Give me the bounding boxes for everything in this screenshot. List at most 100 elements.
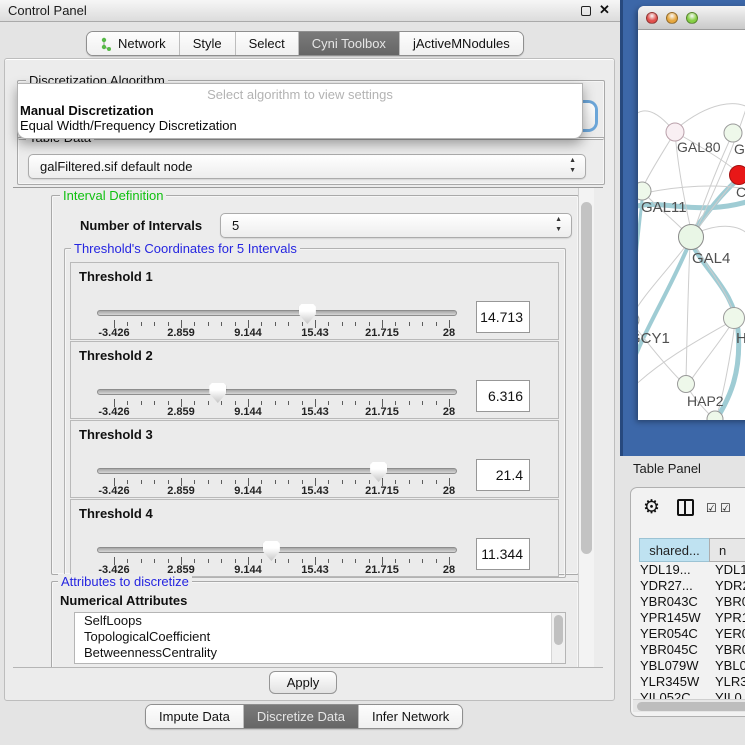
table-cell: YBR043C (640, 594, 698, 610)
table-cell: YDR2 (715, 578, 745, 594)
close-traffic-light[interactable] (646, 12, 658, 24)
network-edge[interactable] (691, 323, 732, 380)
tab-network[interactable]: Network (87, 32, 180, 55)
slider-tick-label: 28 (443, 327, 455, 339)
network-graph[interactable]: GAL80GACGAL11GAL4GCY1HHAP2 (638, 30, 745, 420)
attribute-list-item[interactable]: TopologicalCoefficient (75, 629, 565, 645)
network-edge[interactable] (638, 243, 688, 316)
tab-label: Discretize Data (257, 709, 345, 724)
slider-tick (194, 401, 195, 405)
slider-tick-label: -3.426 (98, 485, 129, 497)
slider-track[interactable] (97, 468, 457, 474)
network-node[interactable] (638, 312, 639, 328)
table-row[interactable]: YER054CYER0 (631, 626, 745, 642)
slider-tick (436, 401, 437, 405)
slider-tick (154, 480, 155, 484)
table-row[interactable]: YPR145WYPR1 (631, 610, 745, 626)
slider-thumb[interactable] (299, 304, 316, 324)
table-panel-title: Table Panel (633, 461, 701, 476)
network-node[interactable] (678, 376, 695, 393)
apply-button[interactable]: Apply (269, 671, 337, 694)
vertical-scrollbar[interactable] (578, 188, 594, 667)
slider-thumb[interactable] (263, 541, 280, 561)
combo-stepper-icon: ▲▼ (555, 215, 562, 235)
table-row[interactable]: YLR345WYLR3 (631, 674, 745, 690)
table-row[interactable]: YDR27...YDR2 (631, 578, 745, 594)
threshold-value-field[interactable]: 21.4 (476, 459, 530, 491)
threshold-label: Threshold 4 (79, 506, 153, 521)
threshold-value-field[interactable]: 6.316 (476, 380, 530, 412)
slider-tick (127, 322, 128, 326)
minimize-traffic-light[interactable] (666, 12, 678, 24)
zoom-traffic-light[interactable] (686, 12, 698, 24)
attribute-list-item[interactable]: BetweennessCentrality (75, 645, 565, 661)
number-of-intervals-combobox[interactable]: 5 ▲▼ (220, 213, 572, 238)
tab-select[interactable]: Select (236, 32, 299, 55)
slider-tick (208, 480, 209, 484)
cyni-toolbox-panel: Discretization Algorithm Select algorith… (4, 58, 615, 701)
network-node-label: GAL11 (641, 199, 687, 216)
gear-icon[interactable]: ⚙ (643, 496, 660, 518)
horizontal-scrollbar[interactable] (633, 699, 745, 712)
slider-tick (261, 401, 262, 405)
list-scrollbar[interactable] (551, 613, 565, 663)
slider-thumb[interactable] (209, 383, 226, 403)
network-node-label: GCY1 (638, 330, 670, 347)
checkbox-icon[interactable]: ☑ (706, 501, 717, 515)
thresholds-group: Threshold's Coordinates for 5 Intervals … (64, 248, 566, 578)
tab-jactivemnodules[interactable]: jActiveMNodules (400, 32, 523, 55)
network-node[interactable] (724, 308, 745, 329)
column-header[interactable]: shared... (639, 538, 710, 562)
table-toolbar: ⚙ ☑ ☑ (631, 488, 745, 532)
slider-track[interactable] (97, 310, 457, 316)
split-column-icon[interactable] (677, 499, 694, 516)
table-row[interactable]: YBL079WYBL0 (631, 658, 745, 674)
threshold-panel: Threshold 1-3.4262.8599.14415.4321.71528… (70, 262, 559, 340)
table-cell: YBL0 (715, 658, 745, 674)
threshold-value-field[interactable]: 11.344 (476, 538, 530, 570)
bottom-tab-impute-data[interactable]: Impute Data (146, 705, 244, 728)
tab-label: Impute Data (159, 709, 230, 724)
slider-tick (235, 322, 236, 326)
table-row[interactable]: YBR045CYBR0 (631, 642, 745, 658)
network-node[interactable] (679, 225, 704, 250)
numerical-attributes-list[interactable]: SelfLoopsTopologicalCoefficientBetweenne… (74, 612, 566, 664)
control-panel-titlebar: Control Panel ✕ (0, 0, 620, 22)
slider-tick (154, 322, 155, 326)
slider-tick (342, 480, 343, 484)
network-node[interactable] (730, 166, 745, 185)
tab-cyni-toolbox[interactable]: Cyni Toolbox (299, 32, 400, 55)
column-header[interactable]: n (709, 538, 745, 562)
network-edge[interactable] (686, 244, 690, 379)
slider-tick (141, 559, 142, 563)
checkbox-icon[interactable]: ☑ (720, 501, 731, 515)
table-data-group: Table Data galFiltered.sif default node … (17, 137, 605, 185)
slider-tick (235, 401, 236, 405)
tab-style[interactable]: Style (180, 32, 236, 55)
close-icon[interactable]: ✕ (599, 2, 610, 18)
bottom-tab-discretize-data[interactable]: Discretize Data (244, 705, 359, 728)
table-row[interactable]: YDL19...YDL1 (631, 562, 745, 578)
float-window-icon[interactable] (581, 6, 591, 16)
slider-tick (141, 480, 142, 484)
algorithm-option[interactable]: Manual Discretization (20, 103, 154, 118)
algorithm-option[interactable]: Equal Width/Frequency Discretization (20, 118, 237, 133)
network-icon (100, 37, 112, 51)
slider-tick (302, 322, 303, 326)
table-cell: YLR3 (715, 674, 745, 690)
table-row[interactable]: YBR043C YBR0 (631, 594, 745, 610)
slider-tick (409, 401, 410, 405)
attribute-list-item[interactable]: SelfLoops (75, 613, 565, 629)
table-data-combobox[interactable]: galFiltered.sif default node ▲▼ (28, 154, 586, 179)
slider-thumb[interactable] (370, 462, 387, 482)
network-node[interactable] (724, 124, 742, 142)
slider-tick (154, 401, 155, 405)
threshold-value-field[interactable]: 14.713 (476, 301, 530, 333)
slider-tick (168, 480, 169, 484)
slider-track[interactable] (97, 389, 457, 395)
table-cell: YDL1 (715, 562, 745, 578)
network-node[interactable] (638, 182, 651, 200)
bottom-tab-infer-network[interactable]: Infer Network (359, 705, 462, 728)
table-cell: YBR0 (715, 594, 745, 610)
network-edge-highlighted[interactable] (638, 200, 642, 313)
